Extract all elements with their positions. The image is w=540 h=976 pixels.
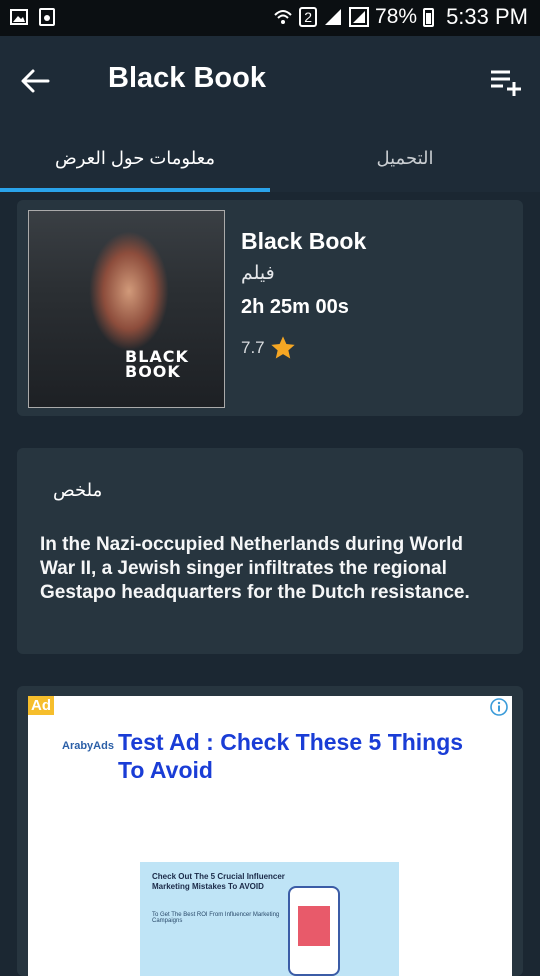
ad-headline-link[interactable]: Test Ad : Check These 5 Things To Avoid bbox=[118, 728, 488, 784]
ad-card: Ad ArabyAds Test Ad : Check These 5 Thin… bbox=[17, 686, 523, 976]
ad-image-phone-illustration bbox=[290, 888, 338, 974]
star-icon bbox=[270, 336, 295, 359]
active-tab-indicator bbox=[0, 188, 270, 192]
ad-image-heading: Check Out The 5 Crucial Influencer Marke… bbox=[152, 872, 285, 891]
summary-text: In the Nazi-occupied Netherlands during … bbox=[40, 534, 470, 603]
poster-art bbox=[89, 231, 169, 351]
rating-value: 7.7 bbox=[241, 338, 265, 357]
signal-2-icon bbox=[349, 7, 370, 27]
signal-icon bbox=[325, 9, 342, 25]
ad-info-icon[interactable] bbox=[490, 698, 508, 716]
tab-show-info[interactable]: معلومات حول العرض bbox=[0, 124, 270, 192]
page-title: Black Book bbox=[108, 62, 266, 94]
ad-banner[interactable]: Ad ArabyAds Test Ad : Check These 5 Thin… bbox=[28, 696, 512, 976]
sim-slot-badge: 2 bbox=[299, 7, 318, 27]
ad-image-subtext: To Get The Best ROI From Influencer Mark… bbox=[152, 912, 280, 924]
tab-download[interactable]: التحميل bbox=[270, 124, 540, 192]
back-arrow-icon[interactable] bbox=[18, 64, 52, 98]
summary-heading: ملخص bbox=[53, 480, 103, 501]
movie-duration: 2h 25m 00s bbox=[241, 296, 349, 318]
status-bar: 2 78% 5:33 PM bbox=[0, 0, 540, 36]
battery-icon bbox=[423, 7, 435, 27]
movie-poster[interactable]: BLACK BOOK bbox=[28, 210, 225, 408]
gallery-notification-icon bbox=[10, 9, 28, 25]
summary-card: ملخص In the Nazi-occupied Netherlands du… bbox=[17, 448, 523, 654]
ad-badge: Ad bbox=[28, 696, 54, 715]
movie-rating: 7.7 bbox=[241, 334, 297, 362]
movie-title: Black Book bbox=[241, 228, 367, 254]
movie-type: فيلم bbox=[241, 262, 275, 284]
add-to-playlist-icon[interactable] bbox=[488, 64, 522, 98]
recycle-notification-icon bbox=[39, 8, 55, 26]
tab-bar: معلومات حول العرض التحميل bbox=[0, 124, 540, 192]
app-bar: Black Book bbox=[0, 36, 540, 124]
clock: 5:33 PM bbox=[446, 4, 528, 29]
ad-image[interactable]: Check Out The 5 Crucial Influencer Marke… bbox=[140, 862, 399, 976]
wifi-calling-icon bbox=[274, 10, 292, 24]
ad-brand-logo: ArabyAds bbox=[62, 740, 114, 752]
movie-card: BLACK BOOK Black Book فيلم 2h 25m 00s 7.… bbox=[17, 200, 523, 416]
battery-percent: 78% bbox=[375, 5, 418, 28]
poster-title: BLACK BOOK bbox=[125, 347, 189, 381]
